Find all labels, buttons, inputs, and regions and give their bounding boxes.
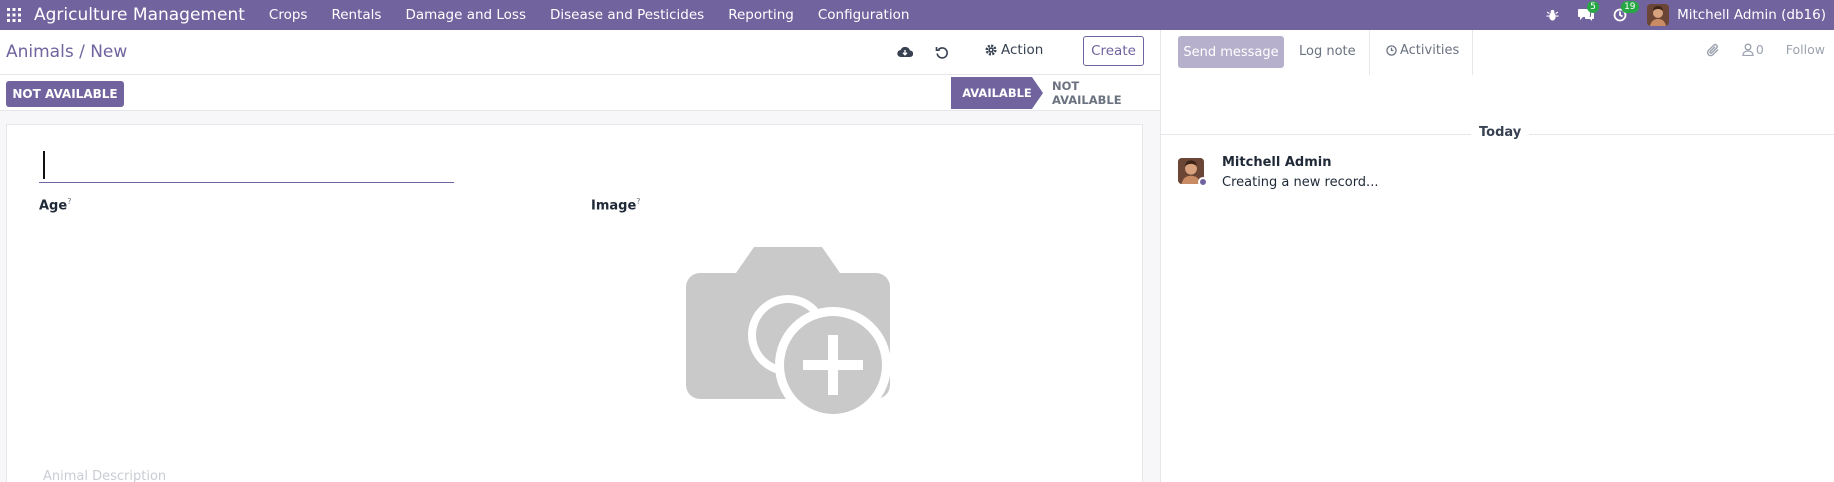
image-help-icon[interactable]: ? bbox=[636, 197, 640, 206]
discard-undo-icon[interactable] bbox=[933, 43, 951, 61]
activities-button[interactable]: Activities bbox=[1386, 43, 1459, 58]
action-label: Action bbox=[1001, 42, 1044, 58]
animal-description-field[interactable]: Animal Description bbox=[43, 469, 166, 482]
menu-item-crops[interactable]: Crops bbox=[257, 7, 320, 23]
activities-clock-icon[interactable]: 19 bbox=[1603, 0, 1639, 30]
followers-button[interactable]: 0 bbox=[1742, 42, 1764, 57]
stage-available[interactable]: AVAILABLE bbox=[951, 77, 1043, 109]
chatter-topbar: Send message Log note Activities 0 Follo… bbox=[1161, 30, 1834, 75]
chatter-divider bbox=[1472, 30, 1473, 75]
menu-item-disease-and-pesticides[interactable]: Disease and Pesticides bbox=[538, 7, 716, 23]
image-label-text: Image bbox=[591, 198, 637, 214]
debug-bug-icon[interactable] bbox=[1535, 0, 1569, 30]
save-cloud-icon[interactable] bbox=[896, 43, 914, 61]
activities-label: Activities bbox=[1400, 43, 1460, 58]
create-button[interactable]: Create bbox=[1083, 36, 1144, 66]
age-label: Age? bbox=[39, 197, 71, 213]
age-label-text: Age bbox=[39, 198, 68, 214]
message-author[interactable]: Mitchell Admin bbox=[1222, 155, 1331, 170]
online-status-dot bbox=[1198, 177, 1208, 187]
date-separator-label: Today bbox=[1471, 125, 1530, 140]
animal-name-input[interactable] bbox=[39, 149, 454, 183]
action-menu-button[interactable]: Action bbox=[985, 42, 1043, 58]
set-not-available-button[interactable]: NOT AVAILABLE bbox=[6, 81, 124, 107]
message-body: Creating a new record... bbox=[1222, 175, 1379, 190]
menu-item-damage-and-loss[interactable]: Damage and Loss bbox=[393, 7, 538, 23]
user-menu[interactable]: Mitchell Admin (db16) bbox=[1677, 7, 1826, 23]
messages-count-badge: 5 bbox=[1587, 1, 1599, 13]
clock-icon bbox=[1386, 45, 1397, 56]
status-bar: NOT AVAILABLE AVAILABLE NOT AVAILABLE bbox=[0, 75, 1160, 111]
menu-item-reporting[interactable]: Reporting bbox=[716, 7, 806, 23]
user-icon bbox=[1742, 43, 1754, 56]
navbar-systray: 5 19 Mitchell Admin (db16) bbox=[1535, 0, 1834, 30]
menu-item-rentals[interactable]: Rentals bbox=[319, 7, 393, 23]
stage-not-available[interactable]: NOT AVAILABLE bbox=[1052, 77, 1152, 109]
activities-count-badge: 19 bbox=[1621, 1, 1639, 13]
top-navbar: Agriculture Management Crops Rentals Dam… bbox=[0, 0, 1834, 30]
image-upload-placeholder[interactable] bbox=[686, 247, 891, 423]
messages-icon[interactable]: 5 bbox=[1569, 0, 1603, 30]
log-note-button[interactable]: Log note bbox=[1299, 44, 1356, 59]
attachment-paperclip-icon[interactable] bbox=[1706, 43, 1720, 57]
breadcrumb[interactable]: Animals / New bbox=[6, 42, 127, 62]
menu-item-configuration[interactable]: Configuration bbox=[806, 7, 922, 23]
chatter-divider bbox=[1369, 30, 1370, 75]
text-caret bbox=[43, 151, 45, 179]
follow-button[interactable]: Follow bbox=[1786, 42, 1825, 57]
chatter-actions: 0 Follow bbox=[1706, 42, 1834, 57]
date-separator: Today bbox=[1161, 125, 1834, 145]
image-label: Image? bbox=[591, 197, 641, 213]
control-panel: Animals / New Action Create bbox=[0, 30, 1160, 75]
chatter-panel: Send message Log note Activities 0 Follo… bbox=[1160, 30, 1834, 482]
camera-add-icon bbox=[686, 247, 891, 423]
gear-icon bbox=[985, 44, 997, 56]
age-help-icon[interactable]: ? bbox=[67, 197, 71, 206]
send-message-button[interactable]: Send message bbox=[1178, 36, 1284, 68]
followers-count: 0 bbox=[1755, 42, 1764, 57]
app-brand[interactable]: Agriculture Management bbox=[34, 5, 245, 25]
user-avatar[interactable] bbox=[1647, 4, 1670, 26]
apps-menu-icon[interactable] bbox=[0, 0, 28, 30]
